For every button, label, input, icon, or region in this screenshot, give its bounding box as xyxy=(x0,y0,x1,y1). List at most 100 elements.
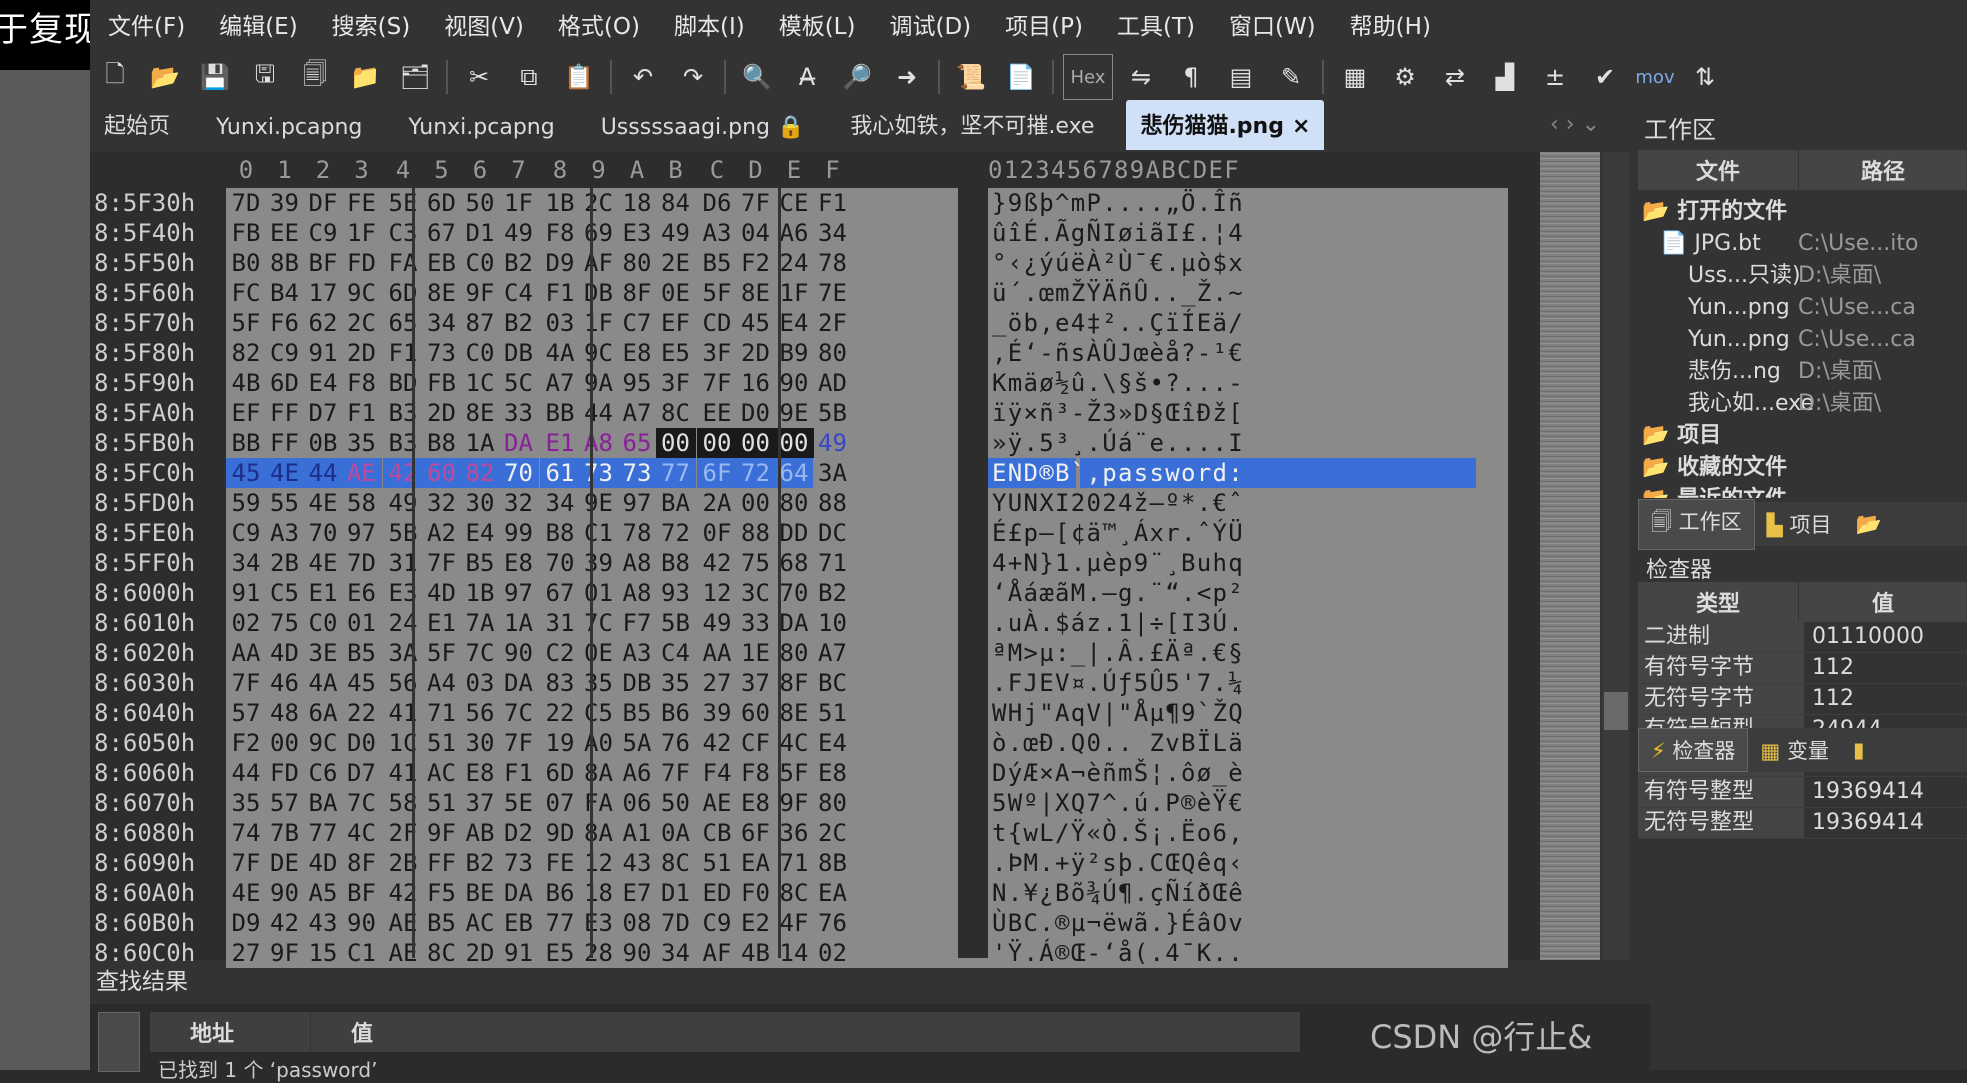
hex-byte[interactable]: 18 xyxy=(617,188,657,218)
hex-byte[interactable]: FB xyxy=(422,368,462,398)
hex-byte[interactable]: 7C xyxy=(579,608,619,638)
hex-byte[interactable]: 65 xyxy=(617,428,657,458)
hex-byte[interactable]: D1 xyxy=(460,218,500,248)
hex-byte[interactable]: 8E xyxy=(422,278,462,308)
hex-byte[interactable]: 39 xyxy=(579,548,619,578)
hex-byte[interactable]: D9 xyxy=(226,908,266,938)
tree-file[interactable]: 我心如...exe D:\桌面\ xyxy=(1638,388,1967,420)
hex-byte[interactable]: 0E xyxy=(656,278,696,308)
hex-byte[interactable]: 2C xyxy=(342,308,382,338)
vertical-scrollbar[interactable] xyxy=(1602,152,1630,960)
hex-byte[interactable]: 7D xyxy=(226,188,266,218)
hex-byte[interactable]: 74 xyxy=(226,818,266,848)
hex-byte[interactable]: 41 xyxy=(383,758,423,788)
hex-byte[interactable]: 42 xyxy=(265,908,305,938)
hex-byte[interactable]: 72 xyxy=(656,518,696,548)
hex-byte[interactable]: 9E xyxy=(579,488,619,518)
hex-byte[interactable]: B3 xyxy=(383,428,423,458)
hex-byte[interactable]: 9C xyxy=(579,338,619,368)
hex-row[interactable]: B0 8B BF FD FA EB C0 B2 D9 AF 80 2E B5 F2 24 78 xyxy=(226,248,1006,278)
hex-byte[interactable]: 34 xyxy=(422,308,462,338)
hex-byte[interactable]: 4E xyxy=(303,548,343,578)
hex-byte[interactable]: 9C xyxy=(342,278,382,308)
hex-byte[interactable]: E1 xyxy=(422,608,462,638)
hex-byte[interactable]: 1B xyxy=(540,188,580,218)
hex-byte[interactable]: 58 xyxy=(383,788,423,818)
hex-byte[interactable]: 44 xyxy=(303,458,343,488)
hex-byte[interactable]: 95 xyxy=(617,368,657,398)
ascii-row[interactable]: t{wL/Ÿ«Ò.Š¡.Ëo6, xyxy=(988,818,1508,848)
hex-byte[interactable]: 4E xyxy=(264,458,305,488)
hex-byte[interactable]: 6D xyxy=(383,278,423,308)
hex-byte[interactable]: 34 xyxy=(813,218,853,248)
hex-byte[interactable]: FC xyxy=(226,278,266,308)
file-column-header[interactable]: 文件 xyxy=(1638,150,1799,190)
hex-byte[interactable]: A6 xyxy=(617,758,657,788)
hex-byte[interactable]: 7F xyxy=(422,548,462,578)
hex-byte[interactable]: 71 xyxy=(813,548,853,578)
file-tab[interactable]: Yunxi.pcapng xyxy=(394,107,568,150)
hex-row[interactable]: 45 4E 44 AE 42 60 82 70 61 73 73 77 6F 72 64 3A xyxy=(226,458,1006,488)
hex-byte[interactable]: 78 xyxy=(813,248,853,278)
hex-byte[interactable]: 3E xyxy=(303,638,343,668)
hex-byte[interactable]: 90 xyxy=(342,908,382,938)
hex-byte[interactable]: 45 xyxy=(736,308,776,338)
inspector-row[interactable]: 无符号整型 19369414 xyxy=(1638,808,1967,839)
hex-byte[interactable]: 1C xyxy=(460,368,500,398)
hex-row[interactable]: 35 57 BA 7C 58 51 37 5E 07 FA 06 50 AE E8 9F 80 xyxy=(226,788,1006,818)
hex-byte[interactable]: 7F xyxy=(499,728,539,758)
ascii-row[interactable]: WHj"AqV|"Åµ¶9`ŽQ xyxy=(988,698,1508,728)
hex-byte[interactable]: 2C xyxy=(579,188,619,218)
hex-byte[interactable]: 3C xyxy=(736,578,776,608)
ascii-row[interactable]: °‹¿ýúëÀ²Ù¯€.µò$x xyxy=(988,248,1508,278)
ascii-row[interactable]: 5Wº|XQ7^.ú.P®èŸ€ xyxy=(988,788,1508,818)
hex-byte[interactable]: 97 xyxy=(499,578,539,608)
file-tab[interactable]: Yunxi.pcapng xyxy=(202,107,376,150)
hex-byte[interactable]: E1 xyxy=(540,428,580,458)
folder-icon[interactable]: 📁 xyxy=(343,55,387,99)
copy-icon[interactable]: ⧉ xyxy=(507,55,551,99)
results-side-button[interactable] xyxy=(98,1012,140,1072)
hex-byte[interactable]: 22 xyxy=(540,698,580,728)
value-column-header[interactable]: 值 xyxy=(1799,582,1967,622)
hex-byte[interactable]: 49 xyxy=(656,218,696,248)
hex-byte[interactable]: AE xyxy=(697,788,737,818)
hex-byte[interactable]: 07 xyxy=(540,788,580,818)
save-all-icon[interactable]: 🗐 xyxy=(293,55,337,99)
hex-byte[interactable]: 4C xyxy=(342,818,382,848)
hex-byte[interactable]: A8 xyxy=(617,548,657,578)
hex-byte[interactable]: 50 xyxy=(460,188,500,218)
hex-byte[interactable]: E8 xyxy=(813,758,853,788)
hex-row[interactable]: 4B 6D E4 F8 BD FB 1C 5C A7 9A 95 3F 7F 16 90 AD xyxy=(226,368,1006,398)
hex-byte[interactable]: 72 xyxy=(735,458,776,488)
hex-byte[interactable]: B2 xyxy=(813,578,853,608)
highlight-icon[interactable]: ✎ xyxy=(1269,55,1313,99)
hex-byte[interactable]: D0 xyxy=(342,728,382,758)
hex-byte[interactable]: 5B xyxy=(813,398,853,428)
hex-byte[interactable]: 49 xyxy=(813,428,853,458)
hex-byte[interactable]: 80 xyxy=(813,338,853,368)
tree-file[interactable]: Yun...png C:\Use...ca xyxy=(1638,324,1967,356)
hex-byte[interactable]: 87 xyxy=(460,308,500,338)
hex-byte[interactable]: F6 xyxy=(265,308,305,338)
hex-byte[interactable]: DB xyxy=(499,338,539,368)
hex-byte[interactable]: BF xyxy=(342,878,382,908)
hex-row[interactable]: 7F 46 4A 45 56 A4 03 DA 83 35 DB 35 27 37 8F BC xyxy=(226,668,1006,698)
hex-byte[interactable]: BD xyxy=(383,368,423,398)
hex-byte[interactable]: 2B xyxy=(383,848,423,878)
hex-byte[interactable]: FF xyxy=(265,398,305,428)
hex-byte[interactable]: 80 xyxy=(813,788,853,818)
hex-byte[interactable]: E3 xyxy=(383,578,423,608)
hex-byte[interactable]: 8F xyxy=(342,848,382,878)
hex-byte[interactable]: AC xyxy=(460,908,500,938)
hex-byte[interactable]: 60 xyxy=(421,458,462,488)
hex-byte[interactable]: 46 xyxy=(265,668,305,698)
hex-byte[interactable]: 56 xyxy=(460,698,500,728)
hex-byte[interactable]: DA xyxy=(499,668,539,698)
hex-byte[interactable]: 7F xyxy=(656,758,696,788)
hex-byte[interactable]: AF xyxy=(579,248,619,278)
hex-byte[interactable]: D7 xyxy=(303,398,343,428)
hex-byte[interactable]: 7A xyxy=(460,608,500,638)
hex-byte[interactable]: 70 xyxy=(303,518,343,548)
hex-byte[interactable]: AA xyxy=(226,638,266,668)
